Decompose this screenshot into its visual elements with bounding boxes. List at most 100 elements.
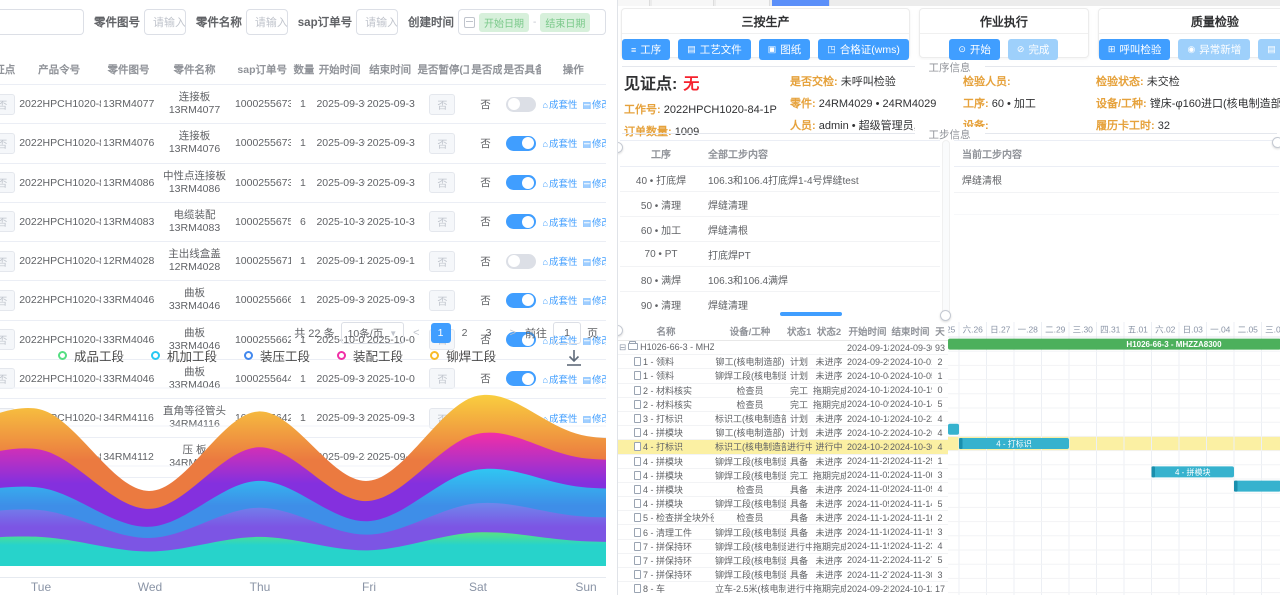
- set-link[interactable]: ⌂成套性: [543, 139, 578, 150]
- action-cards: 三按生产 ≡工序▤工艺文件▣图纸◳合格证(wms) 作业执行 ⊙开始⊘完成 质量…: [621, 8, 1278, 58]
- step-row[interactable]: 80 • 满焊106.3和106.4满焊: [620, 267, 940, 292]
- gantt-task-row[interactable]: 7 - 拼保持环铆焊工段(核电制造部)具备未进序2024-11-272024-1…: [618, 568, 948, 582]
- gantt-task-row[interactable]: 1 - 领料铆焊工段(核电制造部)计划未进序2024-10-042024-10-…: [618, 369, 948, 383]
- page-number[interactable]: 3: [479, 323, 499, 343]
- ready-toggle[interactable]: [506, 97, 536, 112]
- list-button[interactable]: ≡工序: [622, 39, 670, 60]
- legend-item[interactable]: 装配工段: [337, 346, 403, 365]
- ready-toggle[interactable]: [506, 175, 536, 190]
- steps-col-content: 全部工步内容: [702, 141, 940, 167]
- gantt-task-row[interactable]: 4 - 拼模块铆焊工段(核电制造部)具备未进序2024-11-282024-11…: [618, 454, 948, 468]
- pane-resize-handle[interactable]: [940, 310, 951, 321]
- created-time-range-picker[interactable]: 开始日期 - 结束日期: [458, 9, 606, 35]
- pause-badge[interactable]: 否: [429, 172, 455, 193]
- page-number[interactable]: 1: [431, 323, 451, 343]
- record-link[interactable]: ▤修改记录: [582, 139, 606, 150]
- legend-item[interactable]: 成品工段: [58, 346, 124, 365]
- status2-cell: 未进序: [812, 411, 846, 425]
- orders-col-header: 零件名称: [156, 55, 233, 85]
- play-button[interactable]: ⊙开始: [949, 39, 1000, 60]
- call-inspect-button[interactable]: ⊞呼叫检验: [1099, 39, 1171, 60]
- gantt-task-row[interactable]: 4 - 拼模块铆焊工段(核电制造部)具备未进序2024-11-092024-11…: [618, 497, 948, 511]
- step-row[interactable]: 50 • 清理焊缝清理: [620, 192, 940, 217]
- download-chart-icon[interactable]: [564, 348, 584, 373]
- current-step-header: 当前工步内容: [954, 141, 1279, 167]
- part-drawing-input[interactable]: 请输入: [144, 9, 186, 35]
- page-number[interactable]: 2: [455, 323, 475, 343]
- prev-page-button[interactable]: <: [410, 327, 422, 339]
- gantt-task-row[interactable]: 1 - 领料铆工(核电制造部)计划未进序2024-09-292024-10-01…: [618, 355, 948, 369]
- gantt-task-row[interactable]: 7 - 拼保持环铆焊工段(核电制造部)进行中拖期完成2024-11-192024…: [618, 539, 948, 553]
- legend-label: 装配工段: [353, 346, 403, 365]
- document-button[interactable]: ▤工艺文件: [678, 39, 751, 60]
- complete-set-cell: 否: [469, 85, 501, 124]
- witness-badge: 否: [0, 251, 15, 272]
- ready-toggle[interactable]: [506, 214, 536, 229]
- clipped-filter-input[interactable]: [0, 9, 84, 35]
- record-link[interactable]: ▤修改记录: [582, 218, 606, 229]
- start-date-placeholder[interactable]: 开始日期: [479, 13, 529, 32]
- days-cell: 2: [932, 511, 948, 525]
- gantt-task-row[interactable]: 4 - 拼模块检查员具备未进序2024-11-052024-11-094: [618, 482, 948, 496]
- days-cell: 1: [932, 454, 948, 468]
- gantt-task-row[interactable]: 4 - 打标识标识工(核电制造部)进行中进行中2024-10-262024-10…: [618, 440, 948, 454]
- record-link[interactable]: ▤修改记录: [582, 296, 606, 307]
- pause-badge[interactable]: 否: [429, 251, 455, 272]
- drawing-button[interactable]: ▣图纸: [759, 39, 811, 60]
- ready-toggle[interactable]: [506, 136, 536, 151]
- legend-item[interactable]: 铆焊工段: [430, 346, 496, 365]
- set-link[interactable]: ⌂成套性: [543, 100, 578, 111]
- legend-label: 机加工段: [167, 346, 217, 365]
- steps-panel: 工序 全部工步内容 40 • 打底焊106.3和106.4打底焊1-4号焊缝te…: [620, 140, 940, 316]
- legend-item[interactable]: 装压工段: [244, 346, 310, 365]
- record-link[interactable]: ▤修改记录: [582, 179, 606, 190]
- tab-segment[interactable]: [652, 0, 714, 6]
- set-link[interactable]: ⌂成套性: [543, 179, 578, 190]
- end-date-placeholder[interactable]: 结束日期: [540, 13, 590, 32]
- info-field: 工作号: 2022HPCH1020-84-1P: [624, 101, 804, 117]
- gantt-task-row[interactable]: ⊟H1026-66-3 - MHZZA83002024-09-182024-09…: [618, 341, 948, 355]
- ready-toggle[interactable]: [506, 293, 536, 308]
- page-size-select[interactable]: 10条/页▼: [341, 322, 405, 344]
- next-page-button[interactable]: >: [507, 327, 519, 339]
- gantt-task-row[interactable]: 6 - 清理工件铆焊工段(核电制造部)具备未进序2024-11-162024-1…: [618, 525, 948, 539]
- gantt-task-row[interactable]: 4 - 拼模块铆焊工段(核电制造部)完工拖期完成2024-11-022024-1…: [618, 468, 948, 482]
- note-icon: ▤: [582, 179, 591, 189]
- sap-order-input[interactable]: 请输入: [356, 9, 398, 35]
- tab-segment[interactable]: [618, 0, 650, 6]
- gantt-task-row[interactable]: 2 - 材料核实检查员完工拖期完成2024-10-092024-10-145: [618, 397, 948, 411]
- legend-item[interactable]: 机加工段: [151, 346, 217, 365]
- step-row[interactable]: 60 • 加工焊缝清根: [620, 217, 940, 242]
- pane-resize-handle[interactable]: [1272, 137, 1280, 148]
- status1-cell: 具备: [786, 553, 812, 567]
- svg-text:五.25: 五.25: [948, 325, 956, 335]
- step-row[interactable]: 40 • 打底焊106.3和106.4打底焊1-4号焊缝test: [620, 167, 940, 192]
- set-link[interactable]: ⌂成套性: [543, 296, 578, 307]
- tab-segment[interactable]: [716, 0, 770, 6]
- step-row[interactable]: 70 • PT打底焊PT: [620, 242, 940, 267]
- collapse-icon[interactable]: ⊟: [619, 342, 626, 352]
- gantt-task-row[interactable]: 7 - 拼保持环铆焊工段(核电制造部)具备未进序2024-11-222024-1…: [618, 553, 948, 567]
- pause-badge[interactable]: 否: [429, 94, 455, 115]
- certificate-button[interactable]: ◳合格证(wms): [818, 39, 909, 60]
- gantt-task-row[interactable]: 3 - 打标识标识工(核电制造部)计划未进序2024-10-182024-10-…: [618, 411, 948, 425]
- goto-page-input[interactable]: 1: [553, 322, 581, 344]
- part-name-input[interactable]: 请输入: [246, 9, 288, 35]
- pause-badge[interactable]: 否: [429, 133, 455, 154]
- set-link[interactable]: ⌂成套性: [543, 218, 578, 229]
- horizontal-scrollbar-thumb[interactable]: [780, 312, 842, 316]
- vertical-scrollbar[interactable]: [942, 140, 950, 316]
- record-link[interactable]: ▤修改记录: [582, 257, 606, 268]
- gantt-task-row[interactable]: 5 - 检查拼全块外径检查员具备未进序2024-11-142024-11-162: [618, 511, 948, 525]
- pause-badge[interactable]: 否: [429, 211, 455, 232]
- gantt-task-row[interactable]: 2 - 材料核实检查员完工拖期完成2024-10-182024-10-190: [618, 383, 948, 397]
- pause-badge[interactable]: 否: [429, 290, 455, 311]
- gantt-task-row[interactable]: 4 - 拼模块铆工(核电制造部)计划未进序2024-10-222024-10-2…: [618, 426, 948, 440]
- tab-segment-active[interactable]: [772, 0, 830, 6]
- info-field: 零件: 24RM4029 • 24RM4029: [790, 95, 960, 111]
- set-link[interactable]: ⌂成套性: [543, 257, 578, 268]
- status1-cell: 计划: [786, 369, 812, 383]
- ready-toggle[interactable]: [506, 254, 536, 269]
- record-link[interactable]: ▤修改记录: [582, 100, 606, 111]
- gantt-task-row[interactable]: 8 - 车立车-2.5米(核电制造部)进行中拖期完成2024-09-252024…: [618, 582, 948, 595]
